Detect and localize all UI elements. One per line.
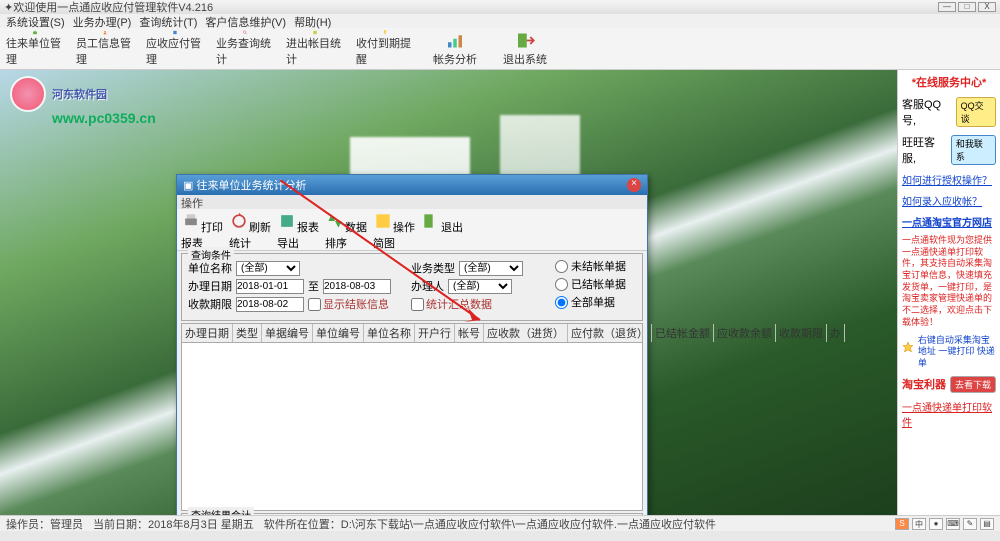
tray-icon2[interactable]: ● (929, 518, 943, 530)
dtb-export[interactable]: 报表导出 (277, 211, 319, 248)
group-legend: 查询条件 (188, 247, 234, 262)
col-op[interactable]: 办 (827, 324, 845, 342)
unit-label: 单位名称 (188, 260, 232, 276)
qq-badge[interactable]: QQ交谈 (956, 97, 996, 127)
sidebar-header: *在线服务中心* (902, 74, 996, 90)
col-type[interactable]: 类型 (233, 324, 262, 342)
dtb-exit[interactable]: 退出 (421, 211, 463, 248)
status-path: 软件所在位置：D:\河东下载站\一点通应收应付软件\一点通应收应付软件.一点通应… (264, 516, 716, 532)
col-docno[interactable]: 单据编号 (262, 324, 313, 342)
biz-label: 业务类型 (411, 260, 455, 276)
summary-legend: 查询结果合计 (188, 507, 254, 515)
biz-select[interactable]: (全部) (459, 261, 523, 276)
col-unitno[interactable]: 单位编号 (313, 324, 364, 342)
close-button[interactable]: X (978, 2, 996, 12)
ww-badge[interactable]: 和我联系 (951, 135, 996, 165)
table-header: 办理日期 类型 单据编号 单位编号 单位名称 开户行 帐号 应收款（进货） 应付… (181, 323, 643, 343)
tb-units[interactable]: 往来单位管理 (6, 30, 64, 67)
download-button[interactable]: 去看下载 (950, 376, 996, 393)
col-ap[interactable]: 应付款（退货） (568, 324, 652, 342)
link-auth[interactable]: 如何进行授权操作？ (902, 172, 996, 187)
tb-ledger[interactable]: 进出帐目统计 (286, 30, 344, 67)
query-groupbox: 查询条件 单位名称 (全部) 办理日期 至 收款期限 (181, 253, 643, 321)
col-due[interactable]: 收款期限 (776, 324, 827, 342)
paydate-input[interactable] (236, 297, 304, 312)
menu-help[interactable]: 帮助(H) (294, 14, 331, 28)
table-body[interactable] (181, 343, 643, 511)
desktop: 河东软件园 www.pc0359.cn ▣ 往来单位业务统计分析 × 操作 打印… (0, 70, 1000, 515)
radio-all[interactable]: 全部单据 (555, 294, 626, 310)
tb-staff[interactable]: 员工信息管理 (76, 30, 134, 67)
dialog-menu-op[interactable]: 操作 (181, 198, 203, 210)
star-text: 右键自动采集淘宝地址 一键打印 快递单 (918, 335, 996, 370)
summary-groupbox: 查询结果合计 应收款总额（出货）：0.00 应付款总额（退货）：0.00 已结帐… (181, 513, 643, 515)
menu-query[interactable]: 查询统计(T) (139, 14, 197, 28)
paydate-label: 收款期限 (188, 296, 232, 312)
col-settled[interactable]: 已结帐金额 (652, 324, 714, 342)
tray-icon5[interactable]: ▤ (980, 518, 994, 530)
dtb-print[interactable]: 打印报表 (181, 211, 223, 248)
qq-label: 客服QQ号, (902, 96, 953, 128)
tb-exit[interactable]: 退出系统 (496, 30, 554, 67)
tb-analysis[interactable]: 帐务分析 (426, 30, 484, 67)
promo-tag: 淘宝利器 (902, 376, 946, 392)
tb-query[interactable]: 业务查询统计 (216, 30, 274, 67)
tray-icon3[interactable]: ⌨ (946, 518, 960, 530)
dtb-refresh[interactable]: 刷新统计 (229, 211, 271, 248)
star-icon (902, 335, 914, 359)
dialog-close-icon[interactable]: × (627, 178, 641, 192)
menu-business[interactable]: 业务办理(P) (73, 14, 132, 28)
main-toolbar: 往来单位管理 员工信息管理 应收应付管理 业务查询统计 进出帐目统计 收付到期提… (0, 28, 1000, 70)
min-button[interactable]: — (938, 2, 956, 12)
link-ar[interactable]: 如何录入应收帐？ (902, 193, 996, 208)
check-summary[interactable]: 统计汇总数据 (411, 296, 492, 312)
col-ar[interactable]: 应收款（进货） (484, 324, 568, 342)
col-bank[interactable]: 开户行 (415, 324, 455, 342)
radio-unclosed[interactable]: 未结帐单据 (555, 258, 626, 274)
promo-text: 一点通软件现为您提供一点通快递单打印软件，其支持自动采集淘宝订单信息，快速填充发… (902, 235, 996, 329)
dtb-guide[interactable]: 操作简图 (373, 211, 415, 248)
stats-dialog: ▣ 往来单位业务统计分析 × 操作 打印报表 刷新统计 报表导出 数据排序 操作… (176, 174, 648, 515)
col-date[interactable]: 办理日期 (182, 324, 233, 342)
status-operator: 操作员：管理员 (6, 516, 83, 532)
handler-select[interactable]: (全部) (448, 279, 512, 294)
tray-icon[interactable]: S (895, 518, 909, 530)
ww-label: 旺旺客服, (902, 134, 948, 166)
date-to-input[interactable] (323, 279, 391, 294)
tray-ime-icon[interactable]: 中 (912, 518, 926, 530)
service-sidebar: *在线服务中心* 客服QQ号,QQ交谈 旺旺客服,和我联系 如何进行授权操作？ … (897, 70, 1000, 515)
statusbar: 操作员：管理员 当前日期：2018年8月3日 星期五 软件所在位置：D:\河东下… (0, 515, 1000, 531)
dialog-icon: ▣ (183, 179, 193, 192)
link-shop[interactable]: 一点通淘宝官方网店 (902, 214, 996, 229)
max-button[interactable]: □ (958, 2, 976, 12)
tb-ar[interactable]: 应收应付管理 (146, 30, 204, 67)
dialog-title: 往来单位业务统计分析 (196, 177, 306, 193)
window-title: 欢迎使用一点通应收应付管理软件V4.216 (13, 0, 213, 15)
tray-icon4[interactable]: ✎ (963, 518, 977, 530)
radio-closed[interactable]: 已结帐单据 (555, 276, 626, 292)
tb-remind[interactable]: 收付到期提醒 (356, 30, 414, 67)
foot-link[interactable]: 一点通快递单打印软件 (902, 399, 996, 429)
main-menubar[interactable]: 系统设置(S) 业务办理(P) 查询统计(T) 客户信息维护(V) 帮助(H) (0, 14, 1000, 28)
watermark: 河东软件园 (10, 76, 107, 112)
date-from-input[interactable] (236, 279, 304, 294)
check-closed[interactable]: 显示结账信息 (308, 296, 389, 312)
col-unitname[interactable]: 单位名称 (364, 324, 415, 342)
watermark-url: www.pc0359.cn (52, 110, 156, 126)
menu-customer[interactable]: 客户信息维护(V) (205, 14, 286, 28)
menu-system[interactable]: 系统设置(S) (6, 14, 65, 28)
col-balance[interactable]: 应收款余额 (714, 324, 776, 342)
app-icon: ✦ (4, 1, 13, 14)
watermark-logo-icon (10, 76, 46, 112)
unit-select[interactable]: (全部) (236, 261, 300, 276)
handler-label: 办理人 (411, 278, 444, 294)
dtb-sort[interactable]: 数据排序 (325, 211, 367, 248)
date-label: 办理日期 (188, 278, 232, 294)
col-acct[interactable]: 帐号 (455, 324, 484, 342)
status-date: 当前日期：2018年8月3日 星期五 (93, 516, 254, 532)
